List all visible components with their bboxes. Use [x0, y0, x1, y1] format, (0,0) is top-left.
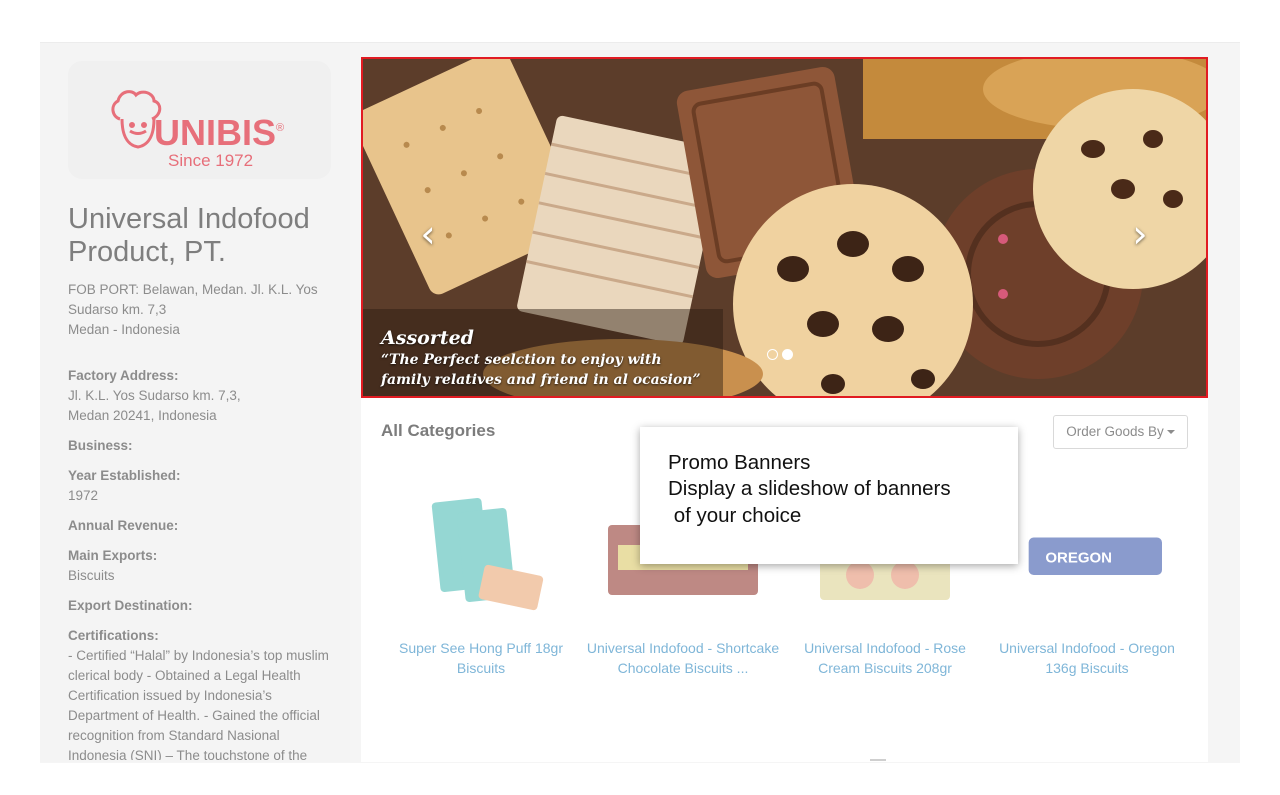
tooltip-description: Display a slideshow of banners [668, 477, 951, 500]
annual-revenue-label: Annual Revenue: [68, 518, 179, 533]
banner-caption-text: “The Perfect seelction to enjoy with fam… [381, 352, 701, 388]
business-info: Business: [68, 436, 338, 456]
address-line: Medan - Indonesia [68, 322, 180, 337]
certifications-value: - Certified “Halal” by Indonesia’s top m… [68, 648, 329, 760]
product-title[interactable]: Super See Hong Puff 18gr Biscuits [381, 638, 581, 678]
export-destination-label: Export Destination: [68, 598, 193, 613]
promo-banners-tooltip: Promo Banners Display a slideshow of ban… [640, 427, 1018, 564]
main-exports: Main Exports: Biscuits [68, 546, 338, 586]
business-label: Business: [68, 438, 133, 453]
order-goods-by-label: Order Goods By [1066, 424, 1164, 439]
all-categories-heading[interactable]: All Categories [381, 421, 495, 441]
promo-banner-carousel[interactable]: ‹ › Assorted “The Perfect seelction to e… [361, 57, 1208, 398]
product-card[interactable]: Super See Hong Puff 18gr Biscuits [381, 480, 581, 678]
banner-caption-title: Assorted [381, 327, 474, 349]
chef-logo-icon: UNIBIS ® Since 1972 [111, 90, 284, 170]
chevron-left-icon: ‹ [420, 212, 436, 256]
year-established-label: Year Established: [68, 468, 181, 483]
year-established-value: 1972 [68, 488, 99, 503]
product-title[interactable]: Universal Indofood - Rose Cream Biscuits… [785, 638, 985, 678]
product-image: OREGON [1028, 537, 1162, 575]
svg-text:OREGON: OREGON [1045, 550, 1112, 567]
order-goods-by-dropdown[interactable]: Order Goods By [1053, 415, 1188, 449]
certifications: Certifications: - Certified “Halal” by I… [68, 626, 338, 760]
address-line: FOB PORT: Belawan, Medan. Jl. K.L. Yos S… [68, 282, 318, 317]
factory-address-value: Jl. K.L. Yos Sudarso km. 7,3, Medan 2024… [68, 388, 241, 423]
logo-registered: ® [276, 122, 284, 134]
logo-text: UNIBIS [154, 112, 276, 153]
factory-address: Factory Address: Jl. K.L. Yos Sudarso km… [68, 366, 338, 426]
carousel-prev-button[interactable]: ‹ [408, 209, 448, 259]
tooltip-description-cont: of your choice [668, 504, 802, 527]
year-established: Year Established: 1972 [68, 466, 338, 506]
carousel-dot-active[interactable] [782, 349, 793, 360]
scroll-indicator [870, 759, 886, 761]
caret-down-icon [1166, 430, 1175, 435]
chevron-right-icon: › [1132, 212, 1148, 256]
logo-tagline: Since 1972 [168, 151, 253, 170]
product-title[interactable]: Universal Indofood - Oregon 136g Biscuit… [987, 638, 1187, 678]
tooltip-title: Promo Banners [668, 451, 811, 474]
certifications-label: Certifications: [68, 628, 159, 643]
main-exports-value: Biscuits [68, 568, 115, 583]
banner-caption: Assorted “The Perfect seelction to enjoy… [381, 326, 711, 390]
company-address: FOB PORT: Belawan, Medan. Jl. K.L. Yos S… [68, 280, 330, 340]
carousel-next-button[interactable]: › [1120, 209, 1160, 259]
company-name: Universal Indofood Product, PT. [68, 203, 310, 268]
product-image [431, 498, 544, 611]
annual-revenue: Annual Revenue: [68, 516, 338, 536]
product-title[interactable]: Universal Indofood - Shortcake Chocolate… [583, 638, 783, 678]
company-logo[interactable]: UNIBIS ® Since 1972 [68, 61, 331, 179]
carousel-indicators [767, 347, 797, 365]
carousel-dot[interactable] [767, 349, 778, 360]
export-destination: Export Destination: [68, 596, 338, 616]
company-sidebar: UNIBIS ® Since 1972 Universal Indofood P… [40, 43, 350, 762]
main-exports-label: Main Exports: [68, 548, 158, 563]
factory-address-label: Factory Address: [68, 368, 179, 383]
